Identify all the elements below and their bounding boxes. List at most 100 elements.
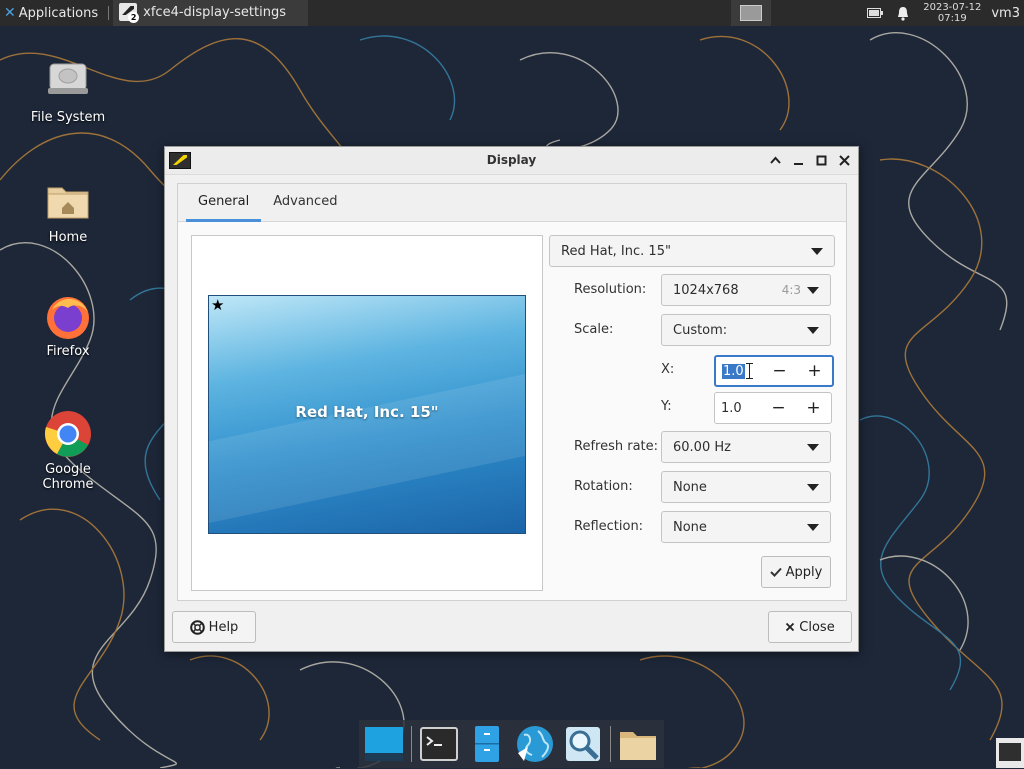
desktop-icon-label: Home [48,230,88,245]
scale-x-spinbox[interactable]: 1.0 − + [714,355,834,387]
display-app-icon [999,743,1021,761]
help-button-label: Help [208,619,239,635]
minimize-icon[interactable] [791,151,806,169]
reflection-value: None [673,519,707,535]
desktop-icon-file-system[interactable]: File System [18,58,118,125]
checkmark-icon [769,567,782,577]
battery-icon[interactable] [865,0,885,26]
scale-x-decrement-button[interactable]: − [762,357,797,385]
plus-icon: + [807,361,822,381]
plus-icon: + [806,398,821,418]
scale-label: Scale: [574,322,614,337]
desktop-icon-label: Firefox [46,344,90,359]
folder-icon [620,732,656,760]
scale-y-spinbox[interactable]: 1.0 − + [714,392,832,424]
file-cabinet-icon [475,726,499,762]
chrome-icon [44,410,92,458]
scale-y-decrement-button[interactable]: − [761,393,796,423]
dock-separator [411,726,412,762]
scale-y-input[interactable]: 1.0 [715,393,761,423]
workspace-switcher[interactable] [731,0,772,26]
scale-x-input[interactable]: 1.0 [716,357,762,385]
apply-button-label: Apply [785,564,823,580]
close-button-label: Close [799,619,835,635]
help-button[interactable]: Help [172,611,256,643]
clock-time: 07:19 [937,13,967,24]
dock-separator [610,726,611,762]
scale-value: Custom: [673,322,728,338]
notification-bell-icon[interactable] [893,0,913,26]
panel-separator [108,6,110,20]
dock-home-folder[interactable] [617,723,659,765]
dropdown-arrow-icon [811,247,823,255]
dock-app-finder[interactable] [562,723,604,765]
taskbar-item-display-settings[interactable]: 2 xfce4-display-settings [113,0,309,26]
desktop-icon-home[interactable]: Home [18,178,118,245]
scale-y-label: Y: [661,399,672,414]
rotation-label: Rotation: [574,479,633,494]
reflection-select[interactable]: None [661,511,831,543]
top-panel: ✕ Applications 2 xfce4-display-settings … [0,0,1024,26]
resolution-value: 1024x768 [673,282,739,298]
refresh-rate-select[interactable]: 60.00 Hz [661,431,831,463]
apply-button[interactable]: Apply [761,556,831,588]
desktop-icon-label: Google Chrome [42,462,94,492]
scale-x-increment-button[interactable]: + [797,357,832,385]
scale-x-value: 1.0 [722,363,745,379]
user-menu[interactable]: vm3 [991,6,1024,21]
display-settings-window: Display General Advanced ★ Red Hat, Inc. [164,146,859,652]
display-select-value: Red Hat, Inc. 15" [561,243,671,259]
terminal-icon [420,727,458,761]
rotation-value: None [673,479,707,495]
firefox-icon [44,292,92,340]
refresh-rate-value: 60.00 Hz [673,439,731,455]
desktop-icon-firefox[interactable]: Firefox [18,292,118,359]
workspace-icon [740,5,763,21]
dock-web-browser[interactable] [514,723,556,765]
applications-menu-label: Applications [18,5,99,21]
tab-general[interactable]: General [186,184,262,222]
window-title: Display [486,153,537,167]
scale-select[interactable]: Custom: [661,314,831,346]
window-titlebar[interactable]: Display [165,147,858,175]
clock-date: 2023-07-12 [923,2,982,13]
minus-icon: − [771,398,786,418]
globe-icon [517,726,553,762]
scale-y-increment-button[interactable]: + [796,393,831,423]
dock-terminal[interactable] [418,723,460,765]
desktop-icon-label: File System [30,110,106,125]
display-settings-icon: 2 [119,3,140,23]
tab-advanced[interactable]: Advanced [261,184,349,222]
help-lifebuoy-icon [189,619,205,635]
reflection-label: Reflection: [574,519,644,534]
resolution-select[interactable]: 1024x768 4:3 [661,274,831,306]
rotation-select[interactable]: None [661,471,831,503]
dock-show-desktop[interactable] [363,723,405,765]
dropdown-arrow-icon [807,523,819,531]
scale-x-label: X: [661,362,675,377]
corner-display-icon[interactable] [996,738,1024,768]
tab-bar: General Advanced [178,184,846,222]
resolution-label: Resolution: [574,282,647,297]
show-desktop-icon [365,727,403,761]
close-icon[interactable] [837,151,852,169]
shade-icon[interactable] [768,151,783,169]
applications-menu[interactable]: ✕ Applications [0,0,104,26]
dropdown-arrow-icon [807,286,819,294]
text-cursor-icon [746,363,755,379]
magnifier-icon [566,727,600,761]
close-x-icon [786,622,795,632]
window-count-badge: 2 [128,12,140,23]
display-select[interactable]: Red Hat, Inc. 15" [549,235,835,267]
desktop-icon-google-chrome[interactable]: Google Chrome [18,410,118,492]
dock-panel [359,720,664,768]
scale-y-value: 1.0 [721,400,742,416]
panel-clock[interactable]: 2023-07-12 07:19 [917,2,991,24]
refresh-rate-label: Refresh rate: [574,439,659,454]
display-preview-panel: ★ Red Hat, Inc. 15" [191,235,543,591]
close-button[interactable]: Close [768,611,852,643]
dock-file-manager[interactable] [466,723,508,765]
monitor-preview[interactable]: ★ Red Hat, Inc. 15" [208,295,526,534]
maximize-icon[interactable] [814,151,829,169]
xfce-logo-icon: ✕ [4,5,16,21]
